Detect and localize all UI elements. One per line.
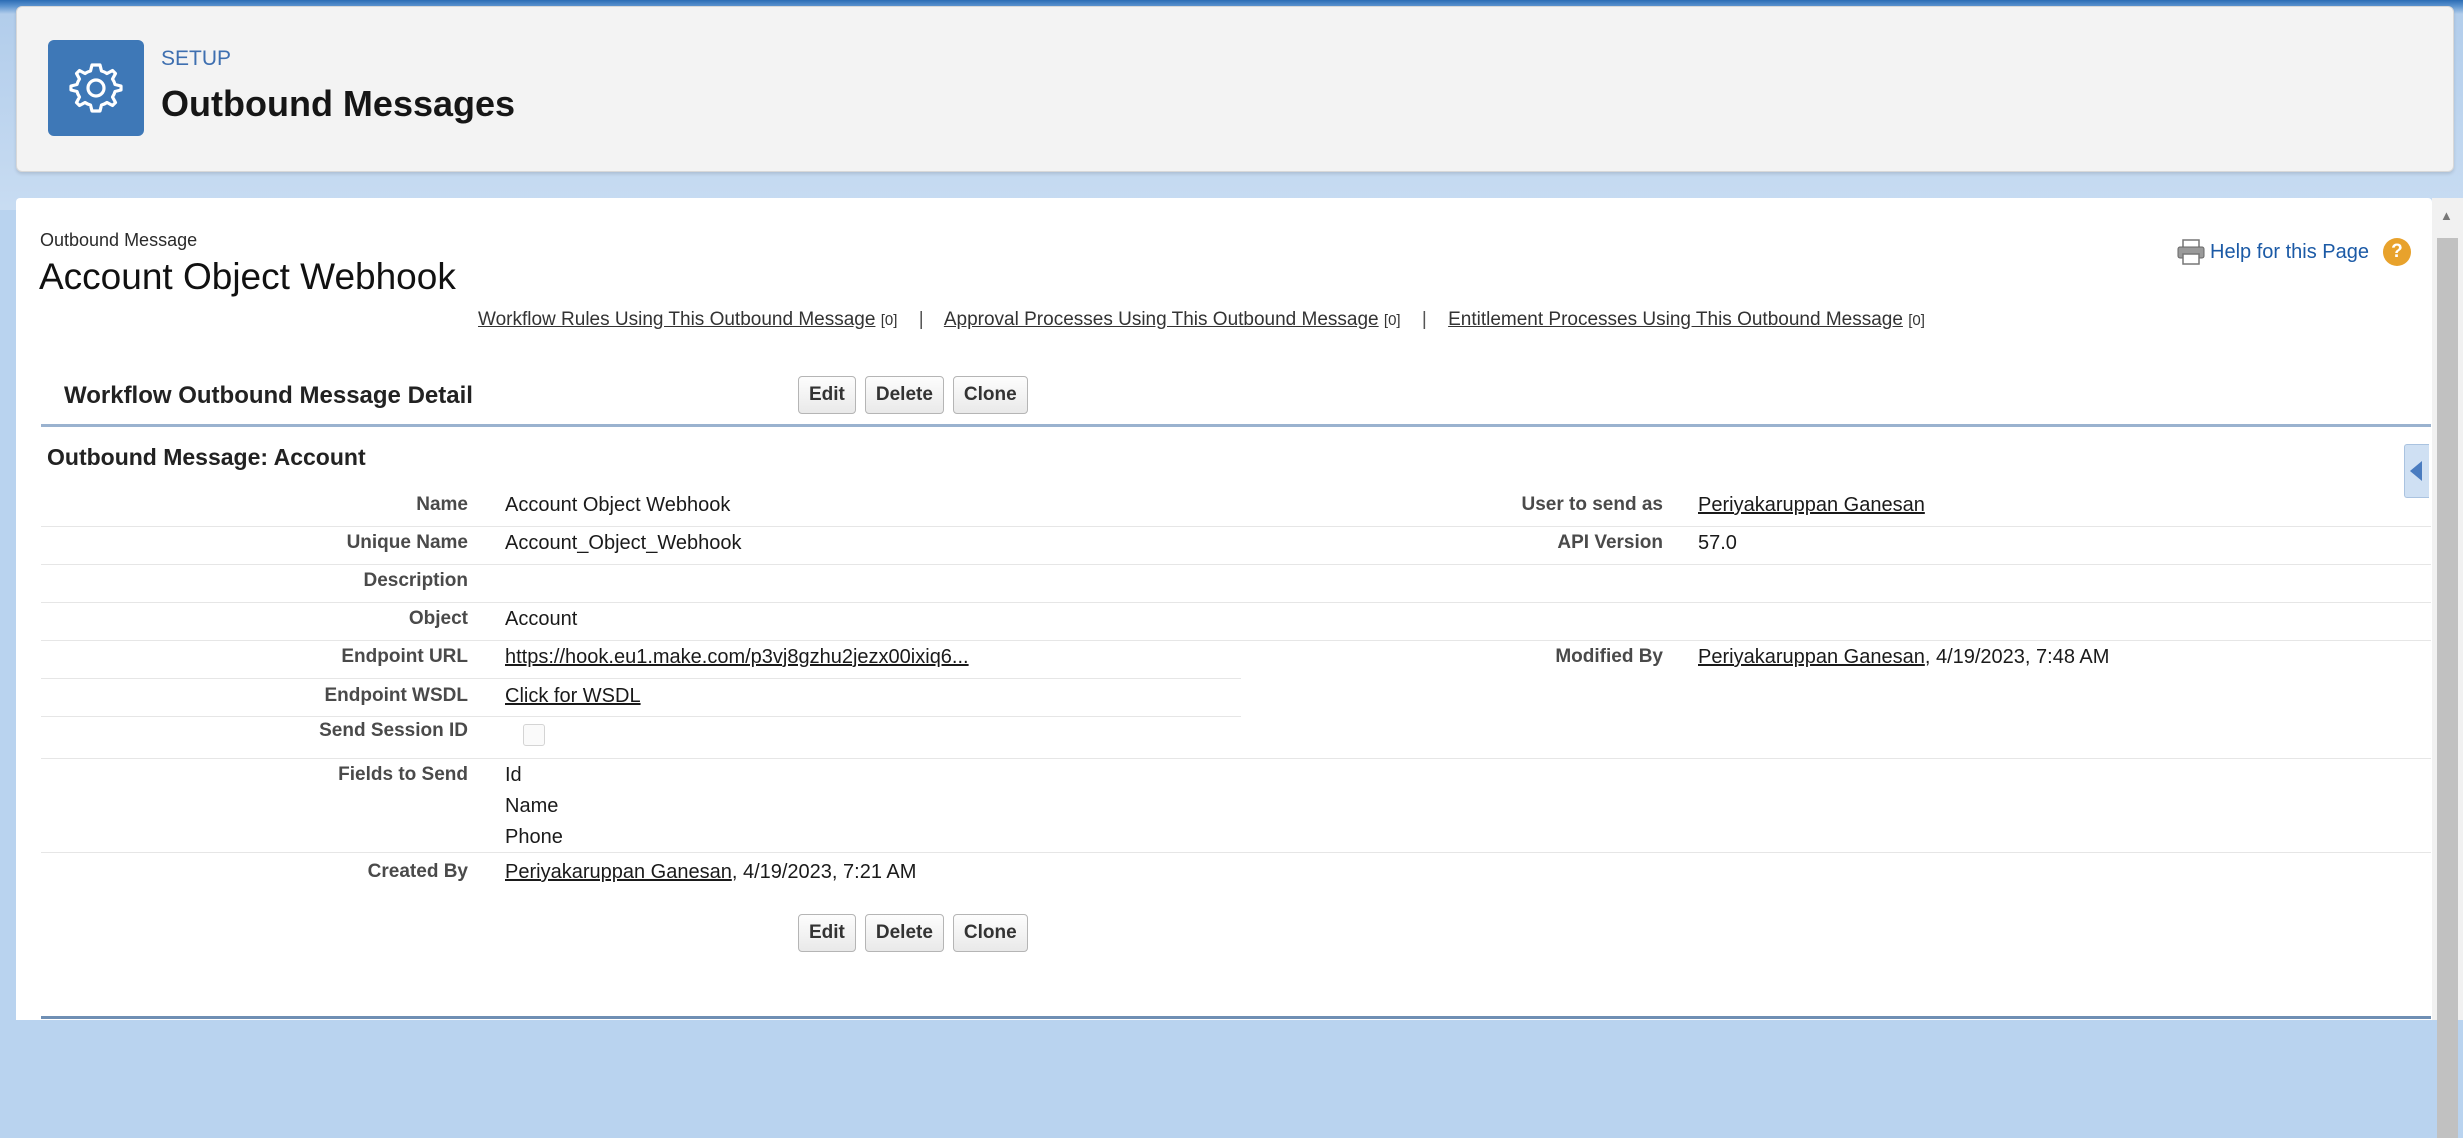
help-link[interactable]: Help for this Page ? xyxy=(2176,238,2411,266)
link-separator: | xyxy=(1421,309,1427,330)
record-title: Account Object Webhook xyxy=(39,256,456,297)
help-link-label[interactable]: Help for this Page xyxy=(2210,241,2369,264)
bottom-button-row: Edit Delete Clone xyxy=(798,914,1028,952)
field-label: Send Session ID xyxy=(319,720,468,741)
vertical-scrollbar[interactable]: ▲ xyxy=(2432,198,2463,1138)
workflow-rules-link[interactable]: Workflow Rules Using This Outbound Messa… xyxy=(478,309,875,330)
help-icon[interactable]: ? xyxy=(2382,238,2411,266)
top-button-row: Edit Delete Clone xyxy=(798,376,1028,414)
section-title: Outbound Message: Account xyxy=(47,444,366,470)
clone-button[interactable]: Clone xyxy=(952,376,1028,414)
chevron-left-icon[interactable] xyxy=(2410,461,2422,481)
row-divider xyxy=(41,678,1241,679)
field-value: Account Object Webhook xyxy=(505,494,731,516)
bottom-rule xyxy=(41,1016,2431,1019)
wsdl-link[interactable]: Click for WSDL xyxy=(505,685,641,707)
field-label: Endpoint WSDL xyxy=(324,685,468,706)
field-value: 57.0 xyxy=(1698,532,1737,554)
field-label: Modified By xyxy=(1555,646,1663,667)
row-divider xyxy=(41,758,2431,759)
field-label: Object xyxy=(408,608,468,629)
row-divider xyxy=(41,602,2431,603)
field-row-send-session-id: Send Session ID xyxy=(41,718,2431,758)
delete-button[interactable]: Delete xyxy=(864,376,944,414)
list-item: Phone xyxy=(505,826,563,848)
gear-icon xyxy=(48,40,144,136)
endpoint-url-link[interactable]: https://hook.eu1.make.com/p3vj8gzhu2jezx… xyxy=(505,646,969,668)
entitlement-processes-count: [0] xyxy=(1908,312,1925,329)
user-to-send-as-link[interactable]: Periyakaruppan Ganesan xyxy=(1698,494,1925,516)
field-row-object: Object Account xyxy=(41,604,2431,640)
delete-button[interactable]: Delete xyxy=(864,914,944,952)
record-type-label: Outbound Message xyxy=(40,230,198,250)
row-divider xyxy=(41,564,2431,565)
field-label: Fields to Send xyxy=(338,764,468,785)
created-by-user-link[interactable]: Periyakaruppan Ganesan xyxy=(505,861,732,883)
field-row-name: Name Account Object Webhook User to send… xyxy=(41,490,2431,526)
workflow-rules-count: [0] xyxy=(880,312,898,329)
field-value: Account xyxy=(505,608,578,630)
field-label: User to send as xyxy=(1521,494,1664,515)
edit-button[interactable]: Edit xyxy=(798,914,856,952)
related-links: Workflow Rules Using This Outbound Messa… xyxy=(478,309,1925,331)
field-row-endpoint-wsdl: Endpoint WSDL Click for WSDL xyxy=(41,680,2431,716)
setup-header: SETUP Outbound Messages xyxy=(16,6,2454,172)
row-divider xyxy=(41,716,1241,717)
row-divider xyxy=(41,852,2431,853)
field-label: Unique Name xyxy=(346,532,468,553)
field-row-description: Description xyxy=(41,566,2431,602)
field-value: Account_Object_Webhook xyxy=(505,532,742,554)
created-by-date: , 4/19/2023, 7:21 AM xyxy=(731,861,917,883)
approval-processes-link[interactable]: Approval Processes Using This Outbound M… xyxy=(944,309,1379,330)
row-divider xyxy=(41,640,2431,641)
field-label: Created By xyxy=(367,861,468,882)
field-row-unique-name: Unique Name Account_Object_Webhook API V… xyxy=(41,528,2431,564)
clone-button[interactable]: Clone xyxy=(952,914,1028,952)
sidebar-toggle-tab[interactable] xyxy=(2404,444,2429,498)
detail-title: Workflow Outbound Message Detail xyxy=(64,382,473,409)
modified-by-user-link[interactable]: Periyakaruppan Ganesan xyxy=(1698,646,1925,668)
setup-eyebrow: SETUP xyxy=(161,47,232,70)
link-separator: | xyxy=(918,309,924,330)
field-row-fields-to-send: Fields to Send Id Name Phone xyxy=(41,760,2431,852)
modified-by-date: , 4/19/2023, 7:48 AM xyxy=(1924,646,2110,668)
field-label: Description xyxy=(363,570,468,591)
entitlement-processes-link[interactable]: Entitlement Processes Using This Outboun… xyxy=(1448,309,1903,330)
approval-processes-count: [0] xyxy=(1383,312,1401,329)
record-detail-panel: Outbound Message Account Object Webhook … xyxy=(16,198,2432,1020)
field-row-created-by: Created By Periyakaruppan Ganesan, 4/19/… xyxy=(41,854,2431,890)
detail-header: Workflow Outbound Message Detail Edit De… xyxy=(41,366,2431,427)
printer-icon[interactable] xyxy=(2176,239,2206,265)
field-row-endpoint-url: Endpoint URL https://hook.eu1.make.com/p… xyxy=(41,642,2431,678)
list-item: Id xyxy=(505,764,522,786)
field-label: API Version xyxy=(1557,532,1663,553)
page-title: Outbound Messages xyxy=(161,83,516,124)
fields-list: Id Name Phone xyxy=(505,760,563,853)
edit-button[interactable]: Edit xyxy=(798,376,856,414)
list-item: Name xyxy=(505,795,559,817)
scroll-up-icon[interactable]: ▲ xyxy=(2440,208,2453,223)
row-divider xyxy=(41,526,2431,527)
field-label: Name xyxy=(416,494,468,515)
send-session-id-checkbox xyxy=(523,724,545,746)
scrollbar-thumb[interactable] xyxy=(2437,238,2458,1138)
field-label: Endpoint URL xyxy=(341,646,468,667)
